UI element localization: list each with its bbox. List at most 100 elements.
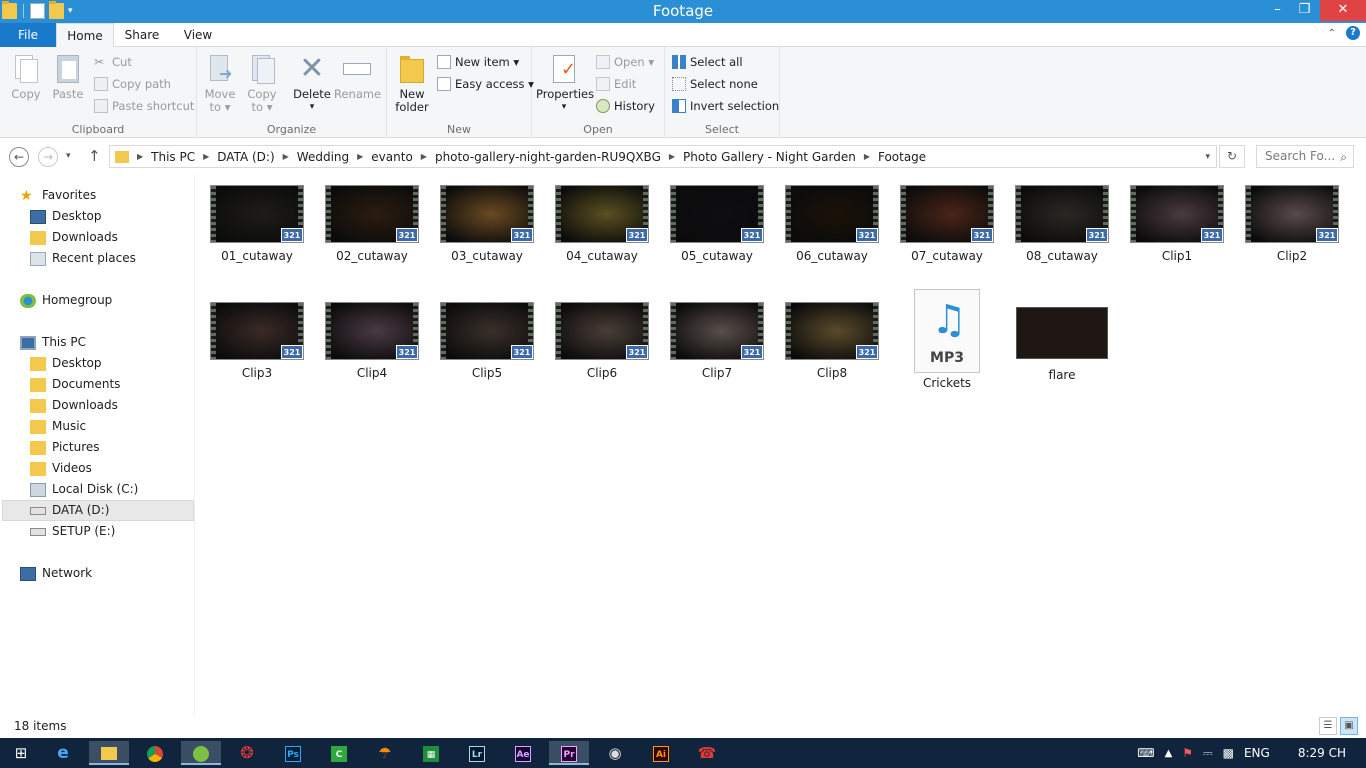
tab-view[interactable]: View: [170, 23, 226, 47]
network-signal-icon[interactable]: ▩: [1223, 746, 1234, 760]
media-player-icon[interactable]: ◉: [600, 741, 630, 765]
breadcrumb-data-d[interactable]: DATA (D:): [217, 150, 274, 164]
chevron-right-icon[interactable]: ▶: [669, 152, 675, 161]
nav-pictures[interactable]: Pictures: [30, 437, 100, 458]
back-button[interactable]: ←: [9, 147, 29, 167]
breadcrumb-photo-gallery-zip[interactable]: photo-gallery-night-garden-RU9QXBG: [435, 150, 661, 164]
chevron-right-icon[interactable]: ▶: [283, 152, 289, 161]
chevron-right-icon[interactable]: ▶: [864, 152, 870, 161]
large-icons-view-button[interactable]: ▣: [1340, 717, 1358, 735]
file-item[interactable]: 321 Clip5: [433, 302, 541, 380]
file-item[interactable]: flare: [1008, 302, 1116, 382]
file-item[interactable]: 321 Clip7: [663, 302, 771, 380]
file-item[interactable]: 321 Clip2: [1238, 185, 1346, 263]
select-all-button[interactable]: Select all: [672, 55, 743, 69]
collapse-ribbon-icon[interactable]: ⌃: [1328, 28, 1336, 39]
file-item[interactable]: 321 Clip6: [548, 302, 656, 380]
spreadsheet-icon[interactable]: ▦: [416, 741, 446, 765]
nav-local-disk-c[interactable]: Local Disk (C:): [30, 479, 138, 500]
davinci-icon[interactable]: ❂: [232, 741, 262, 765]
file-item[interactable]: 321 05_cutaway: [663, 185, 771, 263]
show-hidden-icons-icon[interactable]: ▲: [1165, 748, 1173, 759]
nav-this-pc[interactable]: This PC: [20, 332, 86, 353]
nav-network[interactable]: Network: [20, 563, 92, 584]
minimize-button[interactable]: –: [1264, 0, 1291, 21]
action-center-icon[interactable]: ⚑: [1182, 746, 1193, 760]
lightroom-icon[interactable]: Lr: [462, 741, 492, 765]
rename-button[interactable]: Rename: [334, 51, 381, 101]
nav-music[interactable]: Music: [30, 416, 86, 437]
cut-button[interactable]: ✂ Cut: [94, 55, 132, 69]
search-input[interactable]: Search Fo... ⌕: [1256, 145, 1354, 168]
search-icon[interactable]: ⌕: [1340, 147, 1347, 168]
breadcrumb-this-pc[interactable]: This PC: [151, 150, 195, 164]
file-item[interactable]: 321 01_cutaway: [203, 185, 311, 263]
tab-home[interactable]: Home: [56, 23, 114, 48]
nav-setup-e[interactable]: SETUP (E:): [30, 521, 115, 542]
tab-share[interactable]: Share: [114, 23, 170, 47]
nav-pc-downloads[interactable]: Downloads: [30, 395, 118, 416]
power-icon[interactable]: ⎓: [1203, 746, 1213, 761]
breadcrumb-photo-gallery[interactable]: Photo Gallery - Night Garden: [683, 150, 856, 164]
keyboard-icon[interactable]: ⌨: [1137, 746, 1154, 760]
history-button[interactable]: History: [596, 99, 655, 113]
app-icon[interactable]: [181, 741, 221, 765]
nav-recent-places[interactable]: Recent places: [30, 248, 136, 269]
recent-locations-button[interactable]: ▾: [66, 151, 71, 161]
internet-explorer-icon[interactable]: e: [48, 741, 78, 765]
nav-documents[interactable]: Documents: [30, 374, 120, 395]
nav-pc-desktop[interactable]: Desktop: [30, 353, 102, 374]
up-button[interactable]: ↑: [88, 147, 101, 165]
windows-start-icon[interactable]: ⊞: [6, 741, 36, 765]
new-item-button[interactable]: New item ▾: [437, 55, 519, 69]
tab-file[interactable]: File: [0, 23, 56, 47]
copy-to-button[interactable]: Copy to ▾: [244, 51, 280, 114]
file-list-view[interactable]: 321 01_cutaway 321 02_cutaway 321 03_cutaway 3…: [196, 175, 1366, 715]
shield-icon[interactable]: ☂: [370, 741, 400, 765]
close-button[interactable]: ✕: [1320, 0, 1366, 21]
select-none-button[interactable]: Select none: [672, 77, 758, 91]
file-item[interactable]: 321 07_cutaway: [893, 185, 1001, 263]
chrome-icon[interactable]: [140, 741, 170, 765]
file-item[interactable]: 321 04_cutaway: [548, 185, 656, 263]
breadcrumb-evanto[interactable]: evanto: [371, 150, 413, 164]
paste-button[interactable]: Paste: [50, 51, 86, 101]
copy-path-button[interactable]: Copy path: [94, 77, 171, 91]
nav-videos[interactable]: Videos: [30, 458, 92, 479]
chevron-right-icon[interactable]: ▶: [137, 152, 143, 161]
after-effects-icon[interactable]: Ae: [508, 741, 538, 765]
maximize-button[interactable]: ❐: [1291, 0, 1318, 21]
nav-downloads[interactable]: Downloads: [30, 227, 118, 248]
file-explorer-taskbar-icon[interactable]: [89, 741, 129, 765]
new-folder-button[interactable]: New folder: [393, 51, 431, 114]
edit-button[interactable]: Edit: [596, 77, 636, 91]
file-item[interactable]: 321 Clip8: [778, 302, 886, 380]
app-red-icon[interactable]: ☎: [692, 741, 722, 765]
invert-selection-button[interactable]: Invert selection: [672, 99, 779, 113]
file-item[interactable]: 321 Clip1: [1123, 185, 1231, 263]
clock[interactable]: 8:29 CH: [1298, 746, 1346, 760]
illustrator-icon[interactable]: Ai: [646, 741, 676, 765]
photoshop-icon[interactable]: Ps: [278, 741, 308, 765]
delete-button[interactable]: ✕ Delete ▾: [292, 51, 332, 114]
file-item[interactable]: 321 08_cutaway: [1008, 185, 1116, 263]
file-item[interactable]: 321 Clip4: [318, 302, 426, 380]
file-item[interactable]: 321 Clip3: [203, 302, 311, 380]
paste-shortcut-button[interactable]: Paste shortcut: [94, 99, 194, 113]
language-indicator[interactable]: ENG: [1244, 746, 1270, 760]
details-view-button[interactable]: ☰: [1319, 717, 1337, 735]
file-item[interactable]: ♫ MP3 Crickets: [893, 289, 1001, 390]
refresh-button[interactable]: ↻: [1219, 145, 1245, 168]
copy-button[interactable]: Copy: [8, 51, 44, 101]
move-to-button[interactable]: ➜ Move to ▾: [202, 51, 238, 114]
file-item[interactable]: 321 06_cutaway: [778, 185, 886, 263]
breadcrumb[interactable]: ▶ This PC ▶ DATA (D:) ▶ Wedding ▶ evanto…: [109, 145, 1217, 168]
chevron-right-icon[interactable]: ▶: [421, 152, 427, 161]
address-dropdown-button[interactable]: ▾: [1205, 152, 1210, 162]
premiere-icon[interactable]: Pr: [549, 741, 589, 765]
forward-button[interactable]: →: [38, 147, 58, 167]
nav-favorites[interactable]: ★ Favorites: [20, 185, 96, 206]
properties-button[interactable]: ✓ Properties ▾: [536, 51, 594, 114]
easy-access-button[interactable]: Easy access ▾: [437, 77, 534, 91]
chevron-right-icon[interactable]: ▶: [357, 152, 363, 161]
